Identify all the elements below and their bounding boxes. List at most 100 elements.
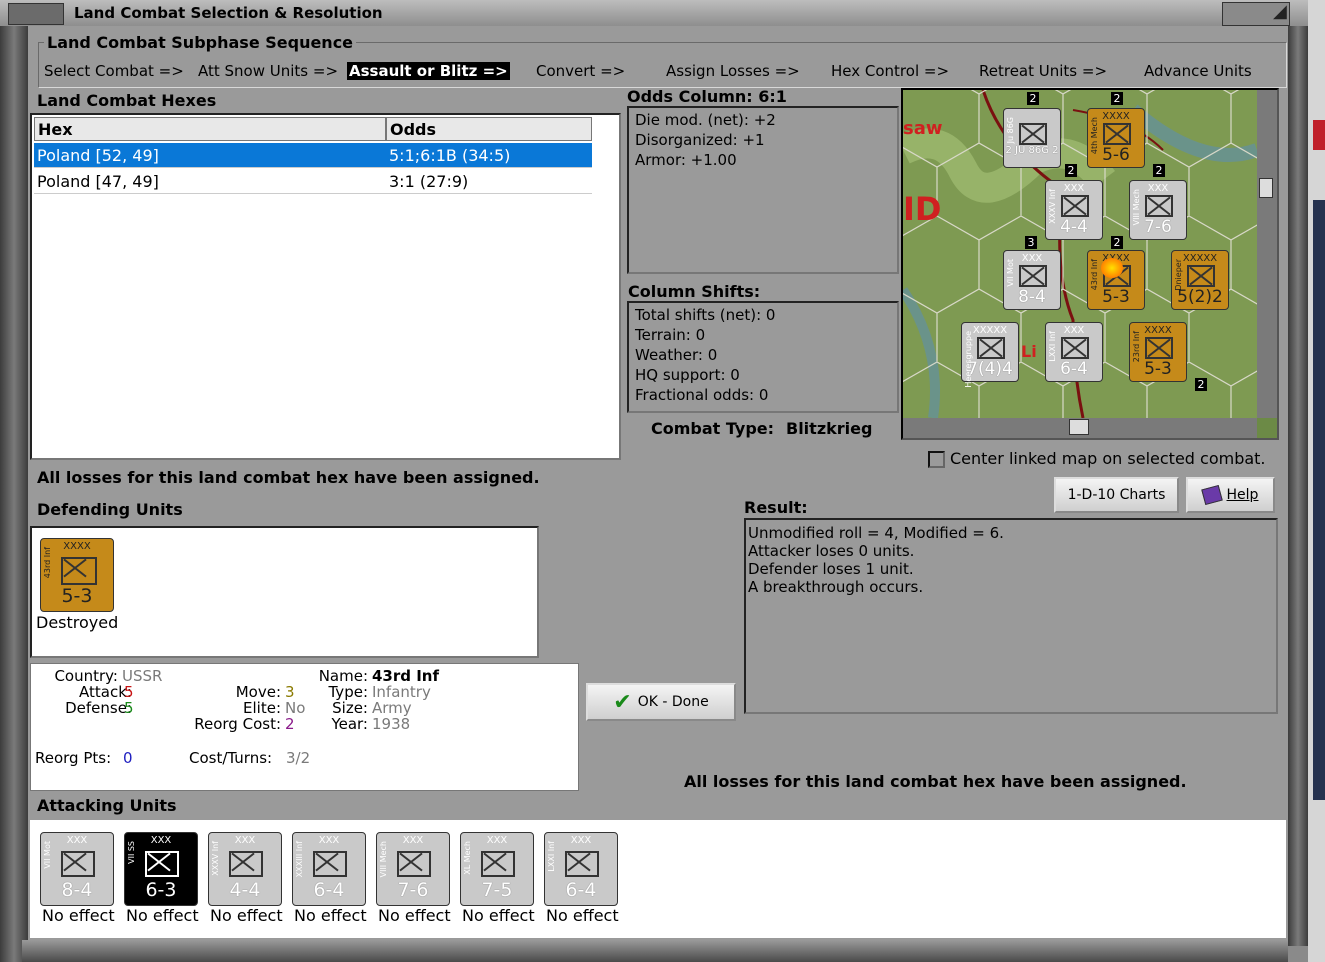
center-map-checkbox[interactable] bbox=[928, 451, 945, 468]
defending-title: Defending Units bbox=[37, 500, 183, 519]
unit-strength: 5(2)2 bbox=[1177, 287, 1223, 307]
unit-strength: 6-4 bbox=[1060, 359, 1088, 379]
ok-done-label: OK - Done bbox=[637, 694, 709, 710]
subphase-step: Convert => bbox=[536, 62, 626, 80]
infantry-icon bbox=[61, 557, 97, 585]
table-row[interactable]: Poland [47, 49] 3:1 (27:9) bbox=[34, 169, 592, 194]
subphase-step: Hex Control => bbox=[831, 62, 950, 80]
unit-strength: 8-4 bbox=[1018, 287, 1046, 307]
window-frame: Land Combat Selection & Resolution ◢ Lan… bbox=[0, 0, 1325, 962]
map-vertical-scrollbar[interactable] bbox=[1257, 90, 1277, 418]
book-icon bbox=[1200, 484, 1223, 506]
unit-status: No effect bbox=[126, 906, 199, 925]
system-menu-button[interactable] bbox=[8, 3, 64, 25]
unit-name: VII Mot bbox=[43, 841, 52, 869]
unit-type-icon bbox=[145, 851, 179, 877]
unit-strength: 4-4 bbox=[1060, 217, 1088, 237]
unit-name: XXXV Inf bbox=[211, 841, 220, 876]
map-unit-counter[interactable]: XXXXX Heeresgruppe 7(4)4 bbox=[961, 322, 1019, 388]
unit-type-icon bbox=[481, 851, 515, 877]
subphase-step: Att Snow Units => bbox=[198, 62, 339, 80]
result-box: Unmodified roll = 4, Modified = 6. Attac… bbox=[744, 518, 1278, 714]
defending-unit-counter[interactable]: XXXX 43rd Inf 5-3 bbox=[40, 538, 114, 612]
unit-strength: 5-6 bbox=[1102, 145, 1130, 165]
table-row[interactable]: Poland [52, 49] 5:1;6:1B (34:5) bbox=[34, 143, 592, 168]
attacking-unit-counter[interactable]: XXX VIII Mech 7-6 bbox=[376, 832, 450, 906]
unit-type-icon bbox=[1145, 337, 1173, 359]
unit-name: VIII Mech bbox=[379, 841, 388, 878]
title-bar[interactable]: Land Combat Selection & Resolution ◢ bbox=[0, 0, 1325, 27]
charts-button[interactable]: 1-D-10 Charts bbox=[1054, 477, 1179, 513]
attacking-unit-counter[interactable]: XXX VII SS 6-3 bbox=[124, 832, 198, 906]
unit-type-icon bbox=[565, 851, 599, 877]
stack-count-badge: 2 bbox=[1027, 92, 1039, 105]
defending-units-area: XXXX 43rd Inf 5-3 Destroyed bbox=[30, 526, 539, 658]
attacking-unit-counter[interactable]: XXX LXXI Inf 6-4 bbox=[544, 832, 618, 906]
map-unit-counter[interactable]: XXXX 4th Mech 5-6 bbox=[1087, 108, 1145, 168]
map-unit-counter[interactable]: XXX XXXV Inf 4-4 bbox=[1045, 180, 1103, 240]
attacking-unit-counter[interactable]: XXX VII Mot 8-4 bbox=[40, 832, 114, 906]
unit-status: No effect bbox=[294, 906, 367, 925]
ok-done-button[interactable]: ✔ OK - Done bbox=[586, 683, 736, 721]
subphase-step: Assign Losses => bbox=[666, 62, 800, 80]
unit-name: Dnieper bbox=[1174, 259, 1183, 291]
year-value: 1938 bbox=[372, 715, 411, 733]
unit-name: XL Mech bbox=[463, 841, 472, 875]
losses-message-bottom: All losses for this land combat hex have… bbox=[684, 772, 1187, 791]
map-unit-counter[interactable]: XXXX 23rd Inf 5-3 bbox=[1129, 322, 1187, 382]
unit-type-icon bbox=[1103, 123, 1131, 145]
unit-strength: 5-3 bbox=[61, 585, 93, 607]
shift-line: HQ support: 0 bbox=[635, 366, 740, 384]
unit-name: 23rd Inf bbox=[1132, 331, 1141, 363]
unit-strength: 2 JU 86G 2 bbox=[1005, 145, 1059, 156]
attacking-unit-counter[interactable]: XXX XXXV Inf 4-4 bbox=[208, 832, 282, 906]
stack-count-badge: 2 bbox=[1195, 378, 1207, 391]
cost-turns-value: 3/2 bbox=[286, 749, 311, 767]
unit-status: No effect bbox=[210, 906, 283, 925]
stack-count-badge: 2 bbox=[1111, 236, 1123, 249]
column-shifts-title: Column Shifts: bbox=[628, 282, 761, 301]
linked-map[interactable]: saw ID Li Ju 86G 2 JU 86G 2 XXXX 4th Mech 5-… bbox=[901, 88, 1279, 440]
map-unit-counter[interactable]: XXX LXXI Inf 6-4 bbox=[1045, 322, 1103, 382]
scroll-thumb[interactable] bbox=[1259, 178, 1273, 198]
defense-value: 5 bbox=[124, 699, 134, 717]
map-label: Li bbox=[1021, 342, 1037, 361]
attacking-unit-counter[interactable]: XXX XXXIII Inf 6-4 bbox=[292, 832, 366, 906]
column-header-hex[interactable]: Hex bbox=[34, 117, 386, 141]
unit-status: No effect bbox=[378, 906, 451, 925]
column-header-odds[interactable]: Odds bbox=[386, 117, 592, 141]
hexes-table[interactable]: Hex Odds Poland [52, 49] 5:1;6:1B (34:5)… bbox=[30, 113, 621, 460]
unit-strength: 6-3 bbox=[145, 879, 177, 901]
scroll-thumb[interactable] bbox=[1069, 419, 1089, 435]
result-title: Result: bbox=[744, 498, 808, 517]
hex-cell: Poland [52, 49] bbox=[34, 143, 386, 168]
shift-line: Weather: 0 bbox=[635, 346, 718, 364]
map-unit-counter[interactable]: XXXXX Dnieper 5(2)2 bbox=[1171, 250, 1229, 310]
unit-type-icon bbox=[977, 337, 1005, 359]
unit-status: Destroyed bbox=[36, 613, 119, 632]
map-unit-counter[interactable]: XXX VIII Mech 7-6 bbox=[1129, 180, 1187, 240]
close-button[interactable]: ◢ bbox=[1222, 1, 1290, 26]
reorg-cost-label: Reorg Cost: bbox=[194, 715, 281, 733]
odds-cell: 3:1 (27:9) bbox=[386, 169, 592, 194]
map-unit-counter[interactable]: XXX VII Mot 8-4 bbox=[1003, 250, 1061, 310]
result-line: Unmodified roll = 4, Modified = 6. bbox=[748, 524, 1004, 542]
unit-strength: 7-5 bbox=[481, 879, 513, 901]
unit-type-icon bbox=[1019, 265, 1047, 287]
unit-name: 43rd Inf bbox=[1090, 259, 1099, 291]
attacking-title: Attacking Units bbox=[37, 796, 177, 815]
left-border bbox=[0, 26, 28, 962]
stack-count-badge: 2 bbox=[1153, 164, 1165, 177]
map-horizontal-scrollbar[interactable] bbox=[903, 418, 1257, 438]
odds-line: Armor: +1.00 bbox=[635, 151, 737, 169]
map-unit-counter[interactable]: Ju 86G 2 JU 86G 2 bbox=[1003, 108, 1061, 168]
odds-cell: 5:1;6:1B (34:5) bbox=[386, 143, 592, 168]
help-button[interactable]: Help bbox=[1186, 477, 1275, 513]
subphase-step: Select Combat => bbox=[44, 62, 184, 80]
unit-status: No effect bbox=[42, 906, 115, 925]
attacking-units-area: XXX VII Mot 8-4 No effect XXX VII SS 6-3 No eff… bbox=[30, 820, 1286, 938]
attacking-unit-counter[interactable]: XXX XL Mech 7-5 bbox=[460, 832, 534, 906]
cost-turns-label: Cost/Turns: bbox=[189, 749, 273, 767]
subphase-step: Retreat Units => bbox=[979, 62, 1108, 80]
subphase-title: Land Combat Subphase Sequence bbox=[44, 33, 357, 52]
